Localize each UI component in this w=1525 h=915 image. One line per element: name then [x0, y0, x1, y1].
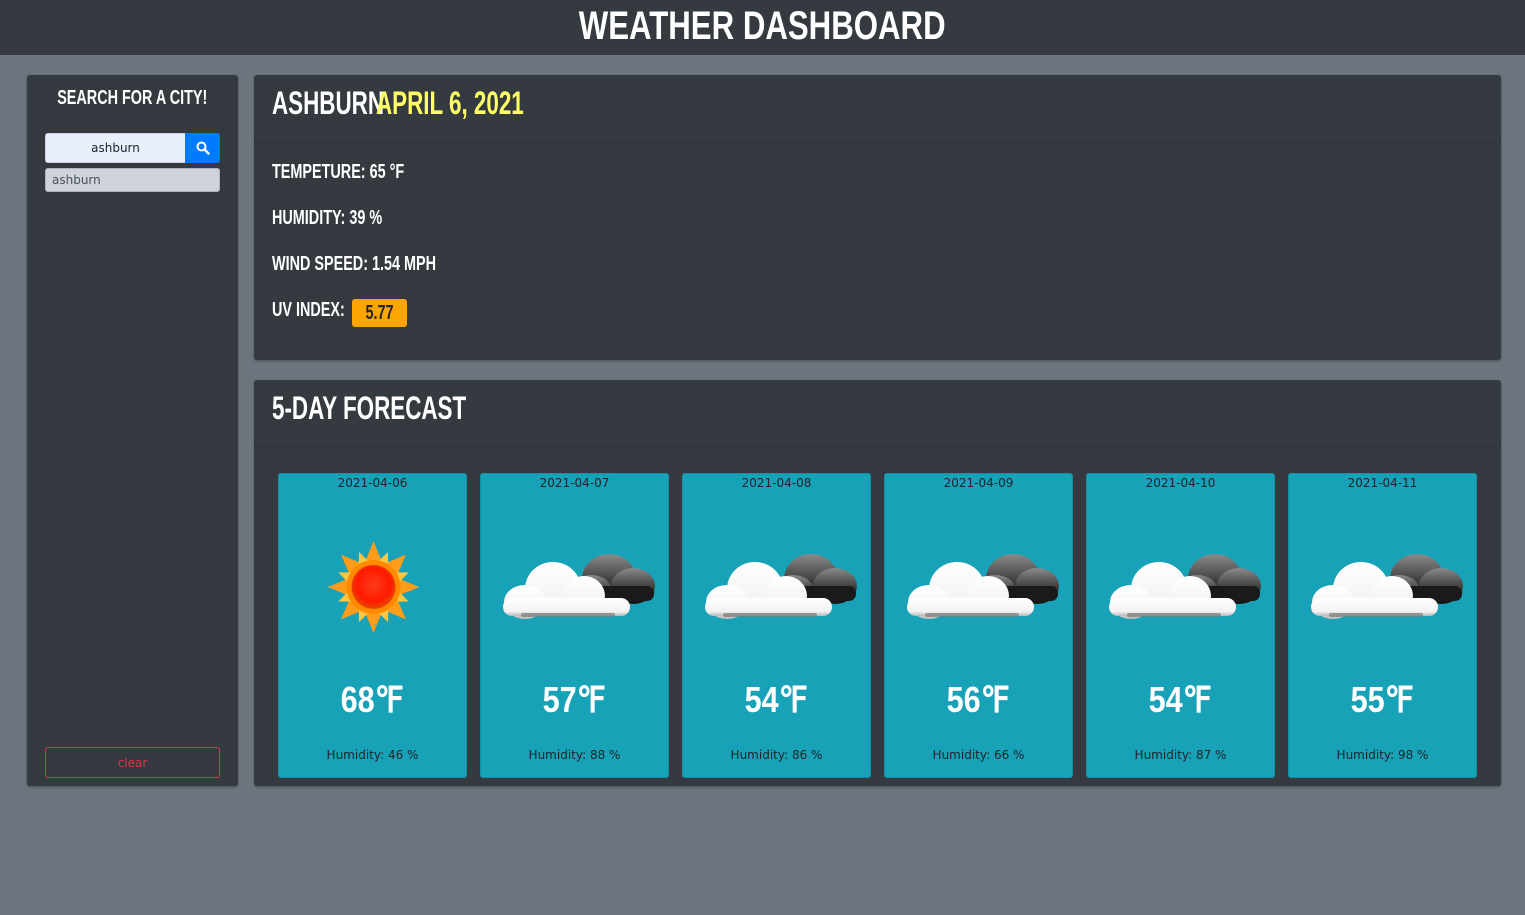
- search-heading-text: SEARCH FOR A CITY!: [57, 87, 208, 109]
- forecast-temp-value: 54℉: [1148, 679, 1213, 720]
- forecast-temp: 54℉: [1087, 679, 1274, 721]
- forecast-card: 2021-04-08 54℉ Humidity: 86 %: [682, 473, 871, 778]
- forecast-date: 2021-04-09: [943, 476, 1014, 490]
- forecast-humidity: Humidity: 98 %: [1336, 748, 1429, 762]
- humidity-text: HUMIDITY: 39 %: [272, 207, 383, 229]
- uv-index-label: UV INDEX:: [272, 299, 345, 321]
- forecast-card: 2021-04-11 55℉ Humidity: 98 %: [1288, 473, 1477, 778]
- forecast-date: 2021-04-06: [337, 476, 408, 490]
- forecast-card: 2021-04-10 54℉ Humidity: 87 %: [1086, 473, 1275, 778]
- forecast-humidity: Humidity: 88 %: [528, 748, 621, 762]
- cloudy-icon: [683, 534, 870, 634]
- page-title: WEATHER DASHBOARD: [579, 4, 946, 48]
- forecast-temp: 55℉: [1289, 679, 1476, 721]
- forecast-temp: 56℉: [885, 679, 1072, 721]
- cloudy-icon: [1087, 534, 1274, 634]
- sun-icon: [279, 534, 466, 634]
- forecast-date: 2021-04-07: [539, 476, 610, 490]
- forecast-title: 5-DAY FORECAST: [272, 390, 467, 426]
- forecast-header: 5-DAY FORECAST: [254, 380, 1501, 447]
- forecast-panel: 5-DAY FORECAST 2021-04-06 68℉ Humidity: …: [254, 380, 1501, 786]
- city-search-input[interactable]: [45, 133, 185, 163]
- current-weather-header: ASHBURN APRIL 6, 2021: [254, 75, 1501, 143]
- forecast-temp-value: 55℉: [1350, 679, 1415, 720]
- uv-index-value: 5.77: [365, 302, 394, 324]
- forecast-temp-value: 57℉: [542, 679, 607, 720]
- current-date: APRIL 6, 2021: [376, 85, 524, 121]
- forecast-temp-value: 54℉: [744, 679, 809, 720]
- cloudy-icon: [885, 534, 1072, 634]
- uv-index-badge: 5.77: [352, 299, 407, 327]
- forecast-card: 2021-04-09 56℉ Humidity: 66 %: [884, 473, 1073, 778]
- city-name: ASHBURN: [272, 85, 384, 121]
- search-button[interactable]: [185, 133, 220, 163]
- forecast-card: 2021-04-06 68℉ Humidity: 46 %: [278, 473, 467, 778]
- forecast-temp-value: 68℉: [340, 679, 405, 720]
- forecast-temp: 57℉: [481, 679, 668, 721]
- forecast-humidity: Humidity: 66 %: [932, 748, 1025, 762]
- search-heading: SEARCH FOR A CITY!: [27, 87, 238, 110]
- forecast-temp: 54℉: [683, 679, 870, 721]
- cloudy-icon: [481, 534, 668, 634]
- forecast-humidity: Humidity: 46 %: [326, 748, 419, 762]
- wind-speed-text: WIND SPEED: 1.54 MPH: [272, 253, 437, 275]
- temperature-text: TEMPETURE: 65 °F: [272, 161, 405, 183]
- forecast-humidity: Humidity: 87 %: [1134, 748, 1227, 762]
- forecast-date: 2021-04-11: [1347, 476, 1418, 490]
- forecast-date: 2021-04-10: [1145, 476, 1216, 490]
- forecast-temp: 68℉: [279, 679, 466, 721]
- top-bar: WEATHER DASHBOARD: [0, 0, 1525, 55]
- cloudy-icon: [1289, 534, 1476, 634]
- search-sidebar: SEARCH FOR A CITY! ashburn clear: [27, 75, 238, 786]
- forecast-date: 2021-04-08: [741, 476, 812, 490]
- forecast-card: 2021-04-07 57℉ Humidity: 88 %: [480, 473, 669, 778]
- current-weather-panel: ASHBURN APRIL 6, 2021 TEMPETURE: 65 °F H…: [254, 75, 1501, 360]
- search-history-item[interactable]: ashburn: [45, 168, 220, 192]
- forecast-temp-value: 56℉: [946, 679, 1011, 720]
- search-icon: [196, 141, 210, 155]
- clear-history-button[interactable]: clear: [45, 747, 220, 778]
- forecast-humidity: Humidity: 86 %: [730, 748, 823, 762]
